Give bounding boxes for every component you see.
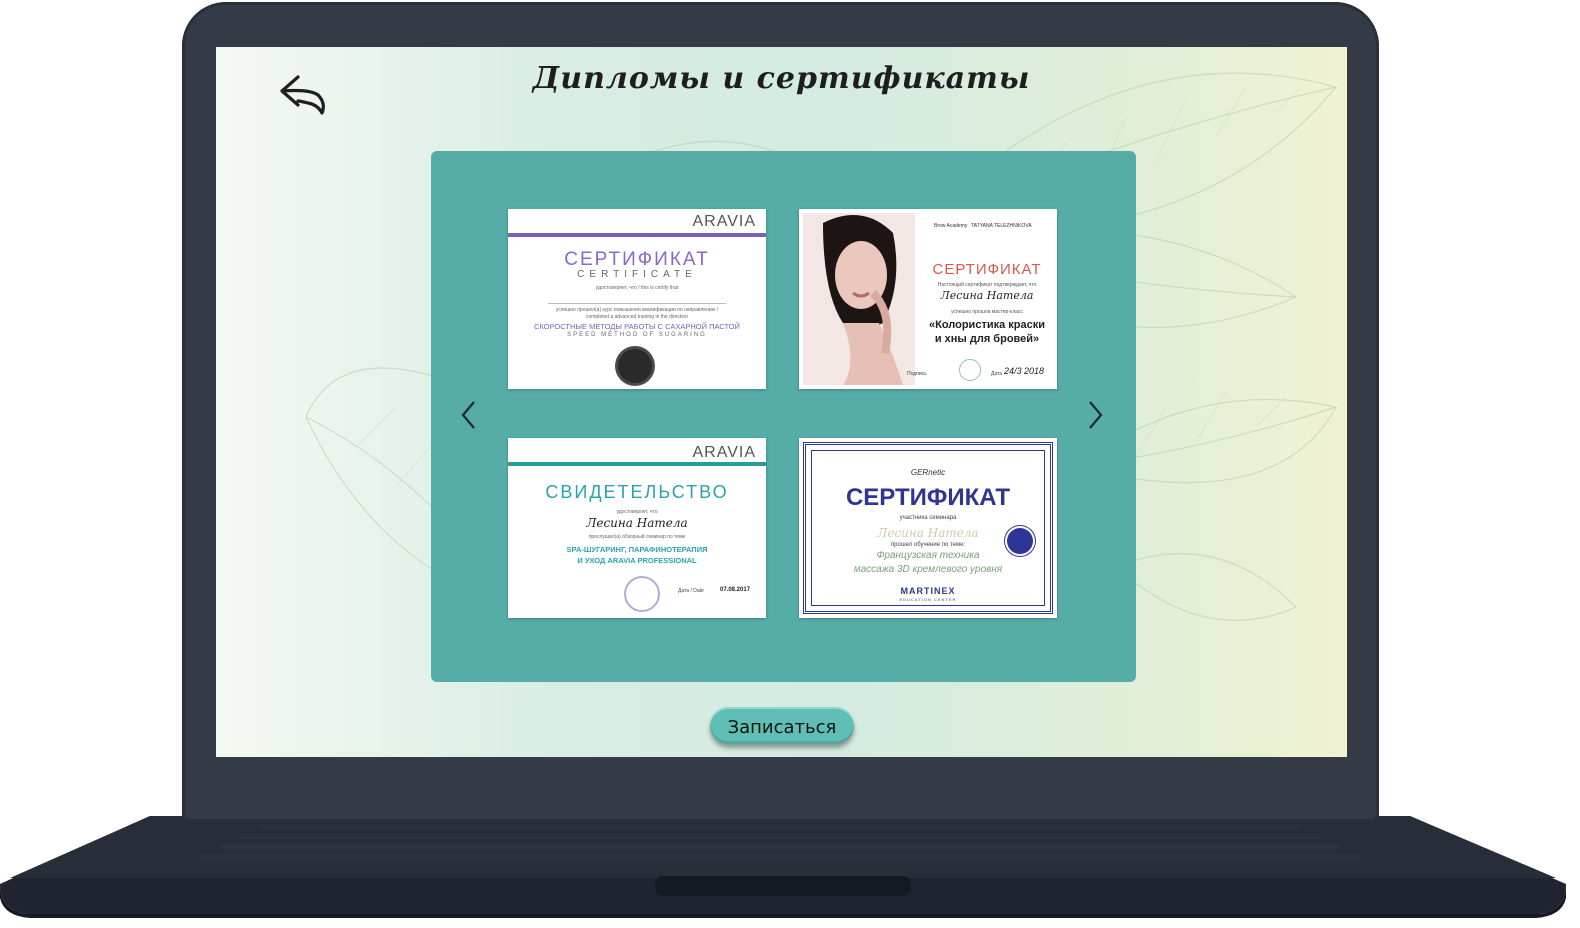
certificate-text: успешно прошел(а) курс повышения квалифи…: [555, 307, 719, 313]
certificate-title: СЕРТИФИКАТ: [564, 249, 710, 270]
certificate-text: удостоверяет, что / this is certify that: [595, 285, 679, 291]
certificate-course-en: SPEED METHOD OF SUGARING: [567, 332, 707, 338]
signature-line: [548, 303, 726, 304]
certificate-text: удостоверяет, что: [616, 509, 658, 515]
certificate-name: Лесина Натела: [940, 289, 1034, 302]
gallery-next-button[interactable]: [1081, 395, 1111, 435]
certificate-text: прослушал(а) обзорный семинар по теме: [588, 534, 686, 540]
certificate-seal: [959, 359, 981, 381]
footer-brand: MARTINEX: [900, 586, 956, 596]
certificate-text: Настоящий сертификат подтверждает, что: [937, 282, 1037, 288]
certificate-subtitle: CERTIFICATE: [577, 269, 697, 280]
certificate-title: СВИДЕТЕЛЬСТВО: [545, 482, 729, 502]
certificate-card[interactable]: GERnetic СЕРТИФИКАТ участника семинара Л…: [799, 438, 1057, 618]
certificate-course: массажа 3D кремлевого уровня: [853, 564, 1003, 575]
chevron-left-icon: [461, 401, 475, 429]
portrait-image: [803, 213, 915, 385]
page-title: Дипломы и сертификаты: [532, 61, 1031, 96]
certificate-course: СКОРОСТНЫЕ МЕТОДЫ РАБОТЫ С САХАРНОЙ ПАСТ…: [534, 322, 740, 331]
signup-button[interactable]: Записаться: [710, 707, 854, 744]
certificate-stripe: [508, 233, 766, 237]
date-label: Дата: [991, 371, 1003, 377]
certificate-course: и хны для бровей»: [934, 333, 1040, 345]
certificate-name: Лесина Натела: [586, 516, 688, 530]
certificate-brand: GERnetic: [910, 468, 946, 477]
gallery-prev-button[interactable]: [453, 395, 483, 435]
date-label: Дата / Date: [678, 588, 704, 594]
certificate-brand: Brow Academy: [934, 223, 968, 229]
footer-brand-sub: EDUCATION CENTER: [899, 597, 957, 602]
certificate-seal: [1007, 528, 1033, 554]
chevron-right-icon: [1089, 401, 1103, 429]
laptop-base: [0, 816, 1566, 918]
certificate-card[interactable]: ARAVIA СВИДЕТЕЛЬСТВО удостоверяет, что Л…: [508, 438, 766, 618]
certificates-gallery: ARAVIA СЕРТИФИКАТ CERTIFICATE удостоверя…: [431, 151, 1136, 682]
certificate-card[interactable]: ARAVIA СЕРТИФИКАТ CERTIFICATE удостоверя…: [508, 209, 766, 389]
certificate-title: СЕРТИФИКАТ: [845, 484, 1011, 511]
certificate-brand: ARAVIA: [692, 444, 756, 461]
certificate-text: участника семинара: [899, 515, 957, 521]
certificate-course: SPA-ШУГАРИНГ, ПАРАФИНОТЕРАПИЯ: [566, 545, 708, 554]
certificate-text: успешно прошла мастер-класс: [951, 309, 1023, 315]
certificate-course: «Колористика краски: [929, 319, 1045, 331]
certificate-course: И УХОД ARAVIA PROFESSIONAL: [577, 556, 697, 565]
certificate-seal: [624, 576, 660, 612]
certificate-title: СЕРТИФИКАТ: [932, 261, 1042, 278]
certificate-brand: ARAVIA: [692, 213, 756, 230]
screen: Дипломы и сертификаты ARAVIA СЕРТИФИКАТ …: [216, 47, 1347, 757]
certificate-brand: TATYANA TELEZHNIKOVA: [971, 223, 1032, 229]
certificate-text: completed a advanced training in the dir…: [585, 314, 688, 320]
certificate-card[interactable]: Brow Academy TATYANA TELEZHNIKOVA СЕРТИФ…: [799, 209, 1057, 389]
date-value: 24/3 2018: [1004, 366, 1045, 376]
sign-label: Подпись: [907, 371, 927, 377]
certificate-stripe: [508, 462, 766, 466]
certificate-seal: [618, 349, 652, 383]
date-value: 07.08.2017: [720, 587, 751, 593]
